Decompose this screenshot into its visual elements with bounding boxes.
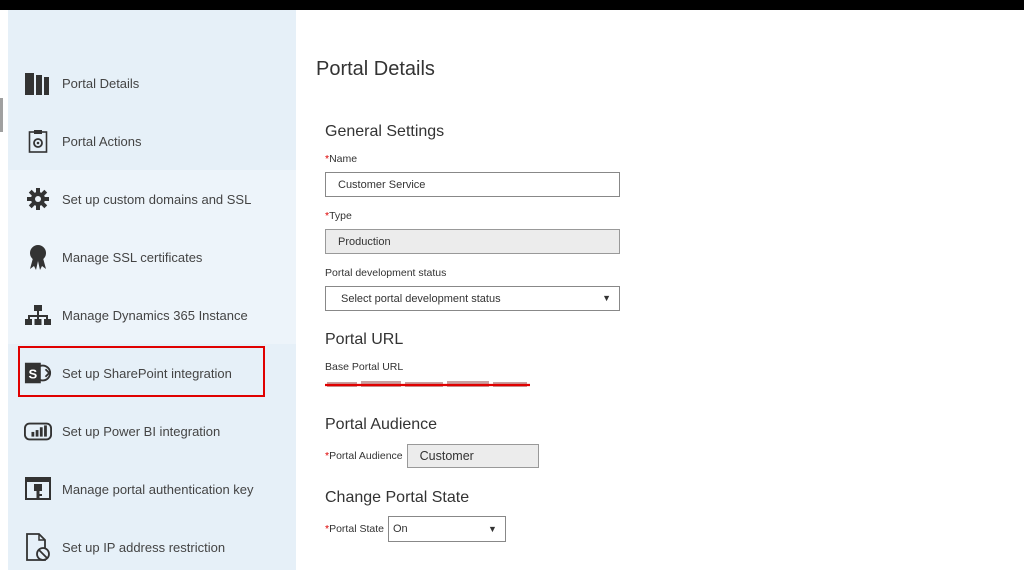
- sidebar-item-sharepoint[interactable]: S Set up SharePoint integration: [8, 344, 296, 402]
- general-settings-title: General Settings: [325, 123, 445, 140]
- sidebar-item-label: Set up SharePoint integration: [62, 365, 232, 381]
- portal-state-label: *Portal State: [325, 523, 384, 535]
- portal-audience-title: Portal Audience: [325, 416, 438, 433]
- sidebar-item-label: Set up custom domains and SSL: [62, 191, 252, 207]
- type-label: *Type: [325, 210, 352, 222]
- name-label: *Name: [325, 153, 358, 165]
- name-input[interactable]: Customer Service: [325, 172, 620, 197]
- sidebar-item-ssl-certificates[interactable]: Manage SSL certificates: [8, 228, 296, 286]
- sidebar: Portal Details Portal Actions Set up cus…: [8, 10, 296, 570]
- sidebar-item-auth-key[interactable]: Manage portal authentication key: [8, 460, 296, 518]
- portal-audience-row: *Portal Audience Customer: [325, 444, 539, 468]
- sidebar-item-label: Portal Actions: [62, 133, 142, 149]
- top-bar: [0, 0, 1024, 10]
- left-edge-strip: [0, 10, 8, 570]
- portal-url-title: Portal URL: [325, 331, 404, 348]
- dev-status-select[interactable]: Select portal development status ▼: [325, 286, 620, 311]
- page-title: Portal Details: [316, 58, 435, 80]
- change-portal-state-title: Change Portal State: [325, 489, 470, 506]
- portal-state-row: *Portal State On ▼: [325, 516, 506, 542]
- sidebar-item-label: Portal Details: [62, 75, 140, 91]
- ip-restriction-icon: [24, 533, 52, 561]
- chevron-down-icon: ▼: [602, 293, 611, 303]
- main-content: Portal Details General Settings *Name Cu…: [296, 10, 1024, 570]
- sidebar-item-label: Set up Power BI integration: [62, 423, 221, 439]
- base-url-label: Base Portal URL: [325, 361, 404, 373]
- sidebar-item-label: Manage SSL certificates: [62, 249, 203, 265]
- sidebar-item-ip-restriction[interactable]: Set up IP address restriction: [8, 518, 296, 570]
- sidebar-item-label: Manage portal authentication key: [62, 481, 254, 497]
- gear-icon: [24, 185, 52, 213]
- chevron-down-icon: ▼: [488, 524, 497, 534]
- sidebar-item-portal-actions[interactable]: Portal Actions: [8, 112, 296, 170]
- hierarchy-icon: [24, 301, 52, 329]
- sidebar-item-label: Manage Dynamics 365 Instance: [62, 307, 248, 323]
- sidebar-item-dynamics-365[interactable]: Manage Dynamics 365 Instance: [8, 286, 296, 344]
- sidebar-item-custom-domains[interactable]: Set up custom domains and SSL: [8, 170, 296, 228]
- sharepoint-icon: S: [24, 359, 52, 387]
- scroll-indicator: [0, 98, 3, 132]
- portal-audience-field: Customer: [406, 444, 539, 468]
- portal-actions-icon: [24, 127, 52, 155]
- portal-details-icon: [24, 69, 52, 97]
- power-bi-icon: [24, 417, 52, 445]
- certificate-icon: [24, 243, 52, 271]
- redacted-url: [325, 381, 530, 387]
- svg-text:S: S: [29, 367, 38, 382]
- key-icon: [24, 475, 52, 503]
- portal-state-select[interactable]: On ▼: [387, 516, 506, 542]
- dev-status-label: Portal development status: [325, 267, 447, 279]
- portal-audience-label: *Portal Audience: [325, 450, 403, 462]
- sidebar-item-portal-details[interactable]: Portal Details: [8, 54, 296, 112]
- type-field: Production: [325, 229, 620, 254]
- sidebar-item-label: Set up IP address restriction: [62, 539, 226, 555]
- sidebar-item-power-bi[interactable]: Set up Power BI integration: [8, 402, 296, 460]
